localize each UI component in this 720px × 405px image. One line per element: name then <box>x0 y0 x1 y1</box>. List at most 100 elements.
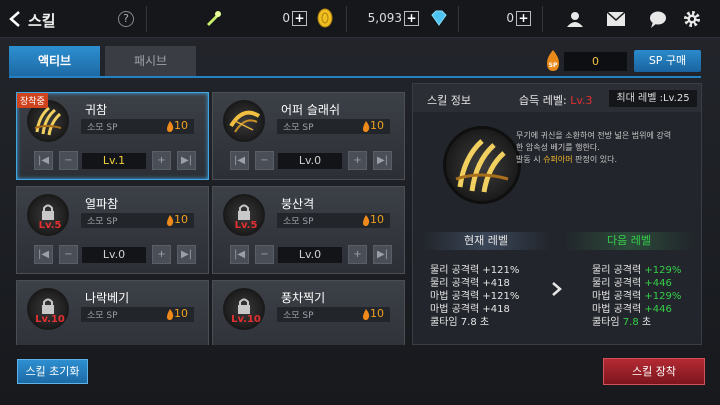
stat-line: 물리 공격력 +446 <box>592 277 681 290</box>
skill-card-bungsangyeok[interactable]: Lv.5 붕산격 소모 SP 10 |◀ − Lv.0 + ▶| <box>212 186 405 274</box>
tab-active-skills[interactable]: 액티브 <box>9 46 100 76</box>
stat-label: 마법 공격력 <box>592 291 642 302</box>
gold-add-button[interactable]: + <box>404 11 419 26</box>
skill-name: 열파참 <box>85 197 119 211</box>
stat-line: 마법 공격력 +446 <box>592 303 681 316</box>
acquire-level-value: Lv.3 <box>570 94 593 107</box>
stat-line: 마법 공격력 +121% <box>430 291 520 302</box>
flame-icon <box>363 215 370 226</box>
sp-cost-bar: 소모 SP 10 <box>277 119 390 134</box>
stat-line: 마법 공격력 +129% <box>592 290 681 303</box>
level-minus-button[interactable]: − <box>255 245 274 264</box>
level-minus-button[interactable]: − <box>255 151 274 170</box>
help-icon[interactable]: ? <box>118 11 134 27</box>
divider <box>146 6 147 32</box>
flame-icon <box>167 121 174 132</box>
currency1-add-button[interactable]: + <box>292 11 307 26</box>
equipped-badge: 장착중 <box>17 93 48 108</box>
tab-passive-skills[interactable]: 패시브 <box>105 46 196 76</box>
page-title: 스킬 <box>28 12 56 30</box>
level-minus-button[interactable]: − <box>59 151 78 170</box>
gold-value: 5,093 <box>367 11 402 25</box>
cooldown-line: 쿨타임 7.8 초 <box>430 317 490 328</box>
sp-cost-bar: 소모 SP 10 <box>277 307 390 322</box>
friends-icon[interactable] <box>566 10 584 28</box>
lock-icon <box>238 298 250 314</box>
skill-card-yeolpacham[interactable]: Lv.5 열파참 소모 SP 10 |◀ − Lv.0 + ▶| <box>16 186 209 274</box>
acquire-level-label: 습득 레벨: <box>519 94 567 107</box>
skill-name: 붕산격 <box>281 197 315 211</box>
skill-description: 무기에 귀신을 소환하여 전방 넓은 범위에 강력 한 암속성 베기를 행한다.… <box>516 130 696 166</box>
level-plus-button[interactable]: + <box>348 245 367 264</box>
sp-cost-value: 10 <box>370 119 384 132</box>
next-level-stats: 물리 공격력 +129% 물리 공격력 +446 마법 공격력 +129% 마법… <box>592 264 681 329</box>
sp-cost-label: 소모 SP <box>87 217 118 227</box>
next-level-header: 다음 레벨 <box>563 232 695 250</box>
level-min-button[interactable]: |◀ <box>34 245 53 264</box>
gems-value: 0 <box>506 11 514 25</box>
sp-cost-value: 10 <box>174 213 188 226</box>
level-minus-button[interactable]: − <box>59 245 78 264</box>
level-plus-button[interactable]: + <box>152 245 171 264</box>
stat-line: 물리 공격력 +129% <box>592 264 681 277</box>
sp-cost-label: 소모 SP <box>283 217 314 227</box>
equip-skill-button[interactable]: 스킬 장착 <box>603 358 705 385</box>
gems-add-button[interactable]: + <box>516 11 531 26</box>
chat-icon[interactable] <box>649 11 667 28</box>
description-line: 한 암속성 베기를 행한다. <box>516 143 600 152</box>
description-highlight: 슈퍼아머 <box>543 155 573 164</box>
current-level-header: 현재 레벨 <box>421 232 551 250</box>
sp-cost-label: 소모 SP <box>283 311 314 321</box>
sp-cost-label: 소모 SP <box>87 123 118 133</box>
level-min-button[interactable]: |◀ <box>34 151 53 170</box>
required-level: Lv.10 <box>35 314 65 325</box>
level-plus-button[interactable]: + <box>152 151 171 170</box>
level-max-button[interactable]: ▶| <box>373 245 392 264</box>
level-max-button[interactable]: ▶| <box>177 245 196 264</box>
lock-icon <box>42 204 54 220</box>
skill-name: 귀참 <box>85 103 108 117</box>
skill-info-header: 스킬 정보 습득 레벨: Lv.3 최대 레벨 :Lv.25 <box>413 84 701 112</box>
skill-icon-blade <box>223 100 265 142</box>
skill-level: Lv.0 <box>278 153 342 169</box>
potion-icon <box>207 11 221 26</box>
flame-icon <box>363 121 370 132</box>
currency1-value: 0 <box>282 11 290 25</box>
stat-value: +129% <box>644 291 682 302</box>
stat-label: 물리 공격력 <box>592 278 642 289</box>
mail-icon[interactable] <box>607 12 625 26</box>
skill-card-naraktbegi[interactable]: Lv.10 나락베기 소모 SP 10 <box>16 280 209 345</box>
skill-level: Lv.0 <box>82 247 146 263</box>
description-text: 발동 시 <box>516 155 544 164</box>
skill-name: 풍차찍기 <box>281 291 326 305</box>
reset-skills-button[interactable]: 스킬 초기화 <box>17 359 88 384</box>
lock-icon <box>238 204 250 220</box>
sp-buy-button[interactable]: SP 구매 <box>634 50 701 72</box>
skill-level: Lv.0 <box>278 247 342 263</box>
max-level: 최대 레벨 :Lv.25 <box>609 90 697 107</box>
skill-list: 장착중 귀참 소모 SP 10 |◀ − Lv.1 + ▶| 어퍼 슬래쉬 소모… <box>9 83 409 345</box>
skill-card-gwicham[interactable]: 장착중 귀참 소모 SP 10 |◀ − Lv.1 + ▶| <box>16 92 209 180</box>
skill-card-upper-slash[interactable]: 어퍼 슬래쉬 소모 SP 10 |◀ − Lv.0 + ▶| <box>212 92 405 180</box>
level-min-button[interactable]: |◀ <box>230 245 249 264</box>
skill-card-pungchajjikgi[interactable]: Lv.10 풍차찍기 소모 SP 10 <box>212 280 405 345</box>
sp-cost-bar: 소모 SP 10 <box>81 307 194 322</box>
skill-level: Lv.1 <box>82 153 146 169</box>
required-level: Lv.5 <box>234 220 258 231</box>
level-plus-button[interactable]: + <box>348 151 367 170</box>
level-max-button[interactable]: ▶| <box>177 151 196 170</box>
back-icon[interactable] <box>8 11 22 27</box>
cooldown-line: 쿨타임 7.8 초 <box>592 316 681 329</box>
gear-icon[interactable] <box>683 10 701 28</box>
stat-label: 물리 공격력 <box>592 265 642 276</box>
gem-icon <box>431 10 447 26</box>
skill-info-title: 스킬 정보 <box>427 94 471 107</box>
level-max-button[interactable]: ▶| <box>373 151 392 170</box>
sp-cost-value: 10 <box>174 307 188 320</box>
stat-value: +129% <box>644 265 682 276</box>
stat-line: 물리 공격력 +418 <box>430 278 510 289</box>
sp-cost-bar: 소모 SP 10 <box>81 213 194 228</box>
divider <box>542 6 543 32</box>
level-min-button[interactable]: |◀ <box>230 151 249 170</box>
stat-value: +446 <box>644 278 672 289</box>
